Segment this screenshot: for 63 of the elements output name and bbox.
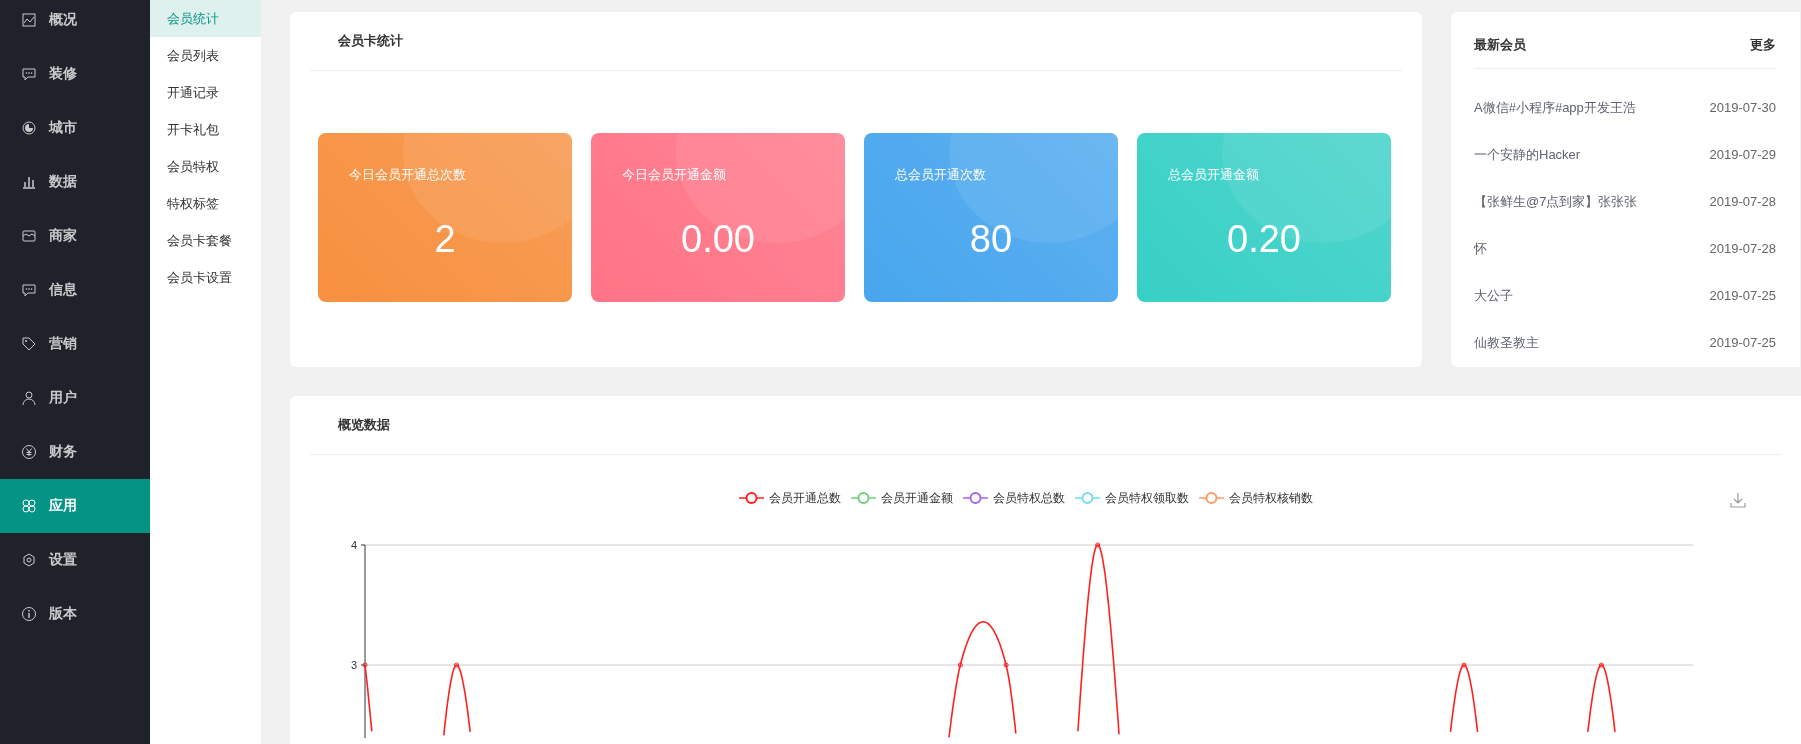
nav-item[interactable]: 城市 [0, 101, 150, 155]
nav-item[interactable]: 概况 [0, 0, 150, 47]
member-date: 2019-07-30 [1709, 100, 1776, 115]
axis-label: 4 [350, 539, 357, 551]
nav-item[interactable]: 数据 [0, 155, 150, 209]
submenu-item[interactable]: 特权标签 [150, 185, 261, 222]
nav-item[interactable]: 营销 [0, 317, 150, 371]
yen-icon [21, 444, 37, 460]
settings-icon [21, 552, 37, 568]
member-name: 【张鲜生@7点到家】张张张 [1474, 192, 1638, 211]
nav-item[interactable]: 装修 [0, 47, 150, 101]
nav-item[interactable]: 用户 [0, 371, 150, 425]
panel-title: 概览数据 [338, 416, 390, 434]
member-name: 仙教圣教主 [1474, 333, 1539, 352]
store-icon [21, 228, 37, 244]
nav-item[interactable]: 财务 [0, 425, 150, 479]
stat-value: 80 [969, 218, 1013, 261]
submenu-item[interactable]: 会员卡设置 [150, 259, 261, 296]
info-icon [21, 606, 37, 622]
stat-label: 总会员开通次数 [895, 166, 986, 184]
grid-icon [21, 498, 37, 514]
message-icon [21, 282, 37, 298]
chart-icon [21, 12, 37, 28]
stat-label: 今日会员开通金额 [622, 166, 726, 184]
member-name: 怀 [1474, 239, 1487, 258]
stat-label: 今日会员开通总次数 [349, 166, 466, 184]
stat-value: 0.00 [681, 218, 755, 261]
member-date: 2019-07-28 [1709, 241, 1776, 256]
member-date: 2019-07-29 [1709, 147, 1776, 162]
submenu-item[interactable]: 会员卡套餐 [150, 222, 261, 259]
stat-value: 2 [434, 218, 456, 261]
chat-icon [21, 66, 37, 82]
member-name: 一个安静的Hacker [1474, 145, 1581, 164]
submenu-item[interactable]: 会员特权 [150, 148, 261, 185]
legend-item[interactable]: 会员开通金额 [850, 489, 953, 507]
nav-item[interactable]: 设置 [0, 533, 150, 587]
download-icon[interactable] [1730, 492, 1746, 508]
member-date: 2019-07-25 [1709, 288, 1776, 303]
member-name: A微信#小程序#app开发王浩 [1474, 98, 1636, 117]
member-name: 大公子 [1474, 286, 1513, 305]
member-date: 2019-07-25 [1709, 335, 1776, 350]
stat-value: 0.20 [1227, 218, 1301, 261]
more-link[interactable]: 更多 [1750, 35, 1776, 54]
submenu-item[interactable]: 开卡礼包 [150, 111, 261, 148]
pie-icon [21, 120, 37, 136]
panel-title: 会员卡统计 [338, 32, 403, 50]
nav-item[interactable]: 信息 [0, 263, 150, 317]
legend-item[interactable]: 会员特权核销数 [1198, 489, 1313, 507]
nav-item[interactable]: 应用 [0, 479, 150, 533]
submenu-item[interactable]: 会员列表 [150, 37, 261, 74]
axis-label: 3 [350, 659, 357, 671]
legend-item[interactable]: 会员特权领取数 [1074, 489, 1189, 507]
bar-chart-icon [21, 174, 37, 190]
legend-item[interactable]: 会员开通总数 [738, 489, 841, 507]
legend-item[interactable]: 会员特权总数 [962, 489, 1065, 507]
user-icon [21, 390, 37, 406]
stat-label: 总会员开通金额 [1168, 166, 1259, 184]
nav-item[interactable]: 商家 [0, 209, 150, 263]
member-date: 2019-07-28 [1709, 194, 1776, 209]
tag-icon [21, 336, 37, 352]
submenu-item[interactable]: 开通记录 [150, 74, 261, 111]
nav-item[interactable]: 版本 [0, 587, 150, 641]
panel-title: 最新会员 [1474, 35, 1526, 54]
